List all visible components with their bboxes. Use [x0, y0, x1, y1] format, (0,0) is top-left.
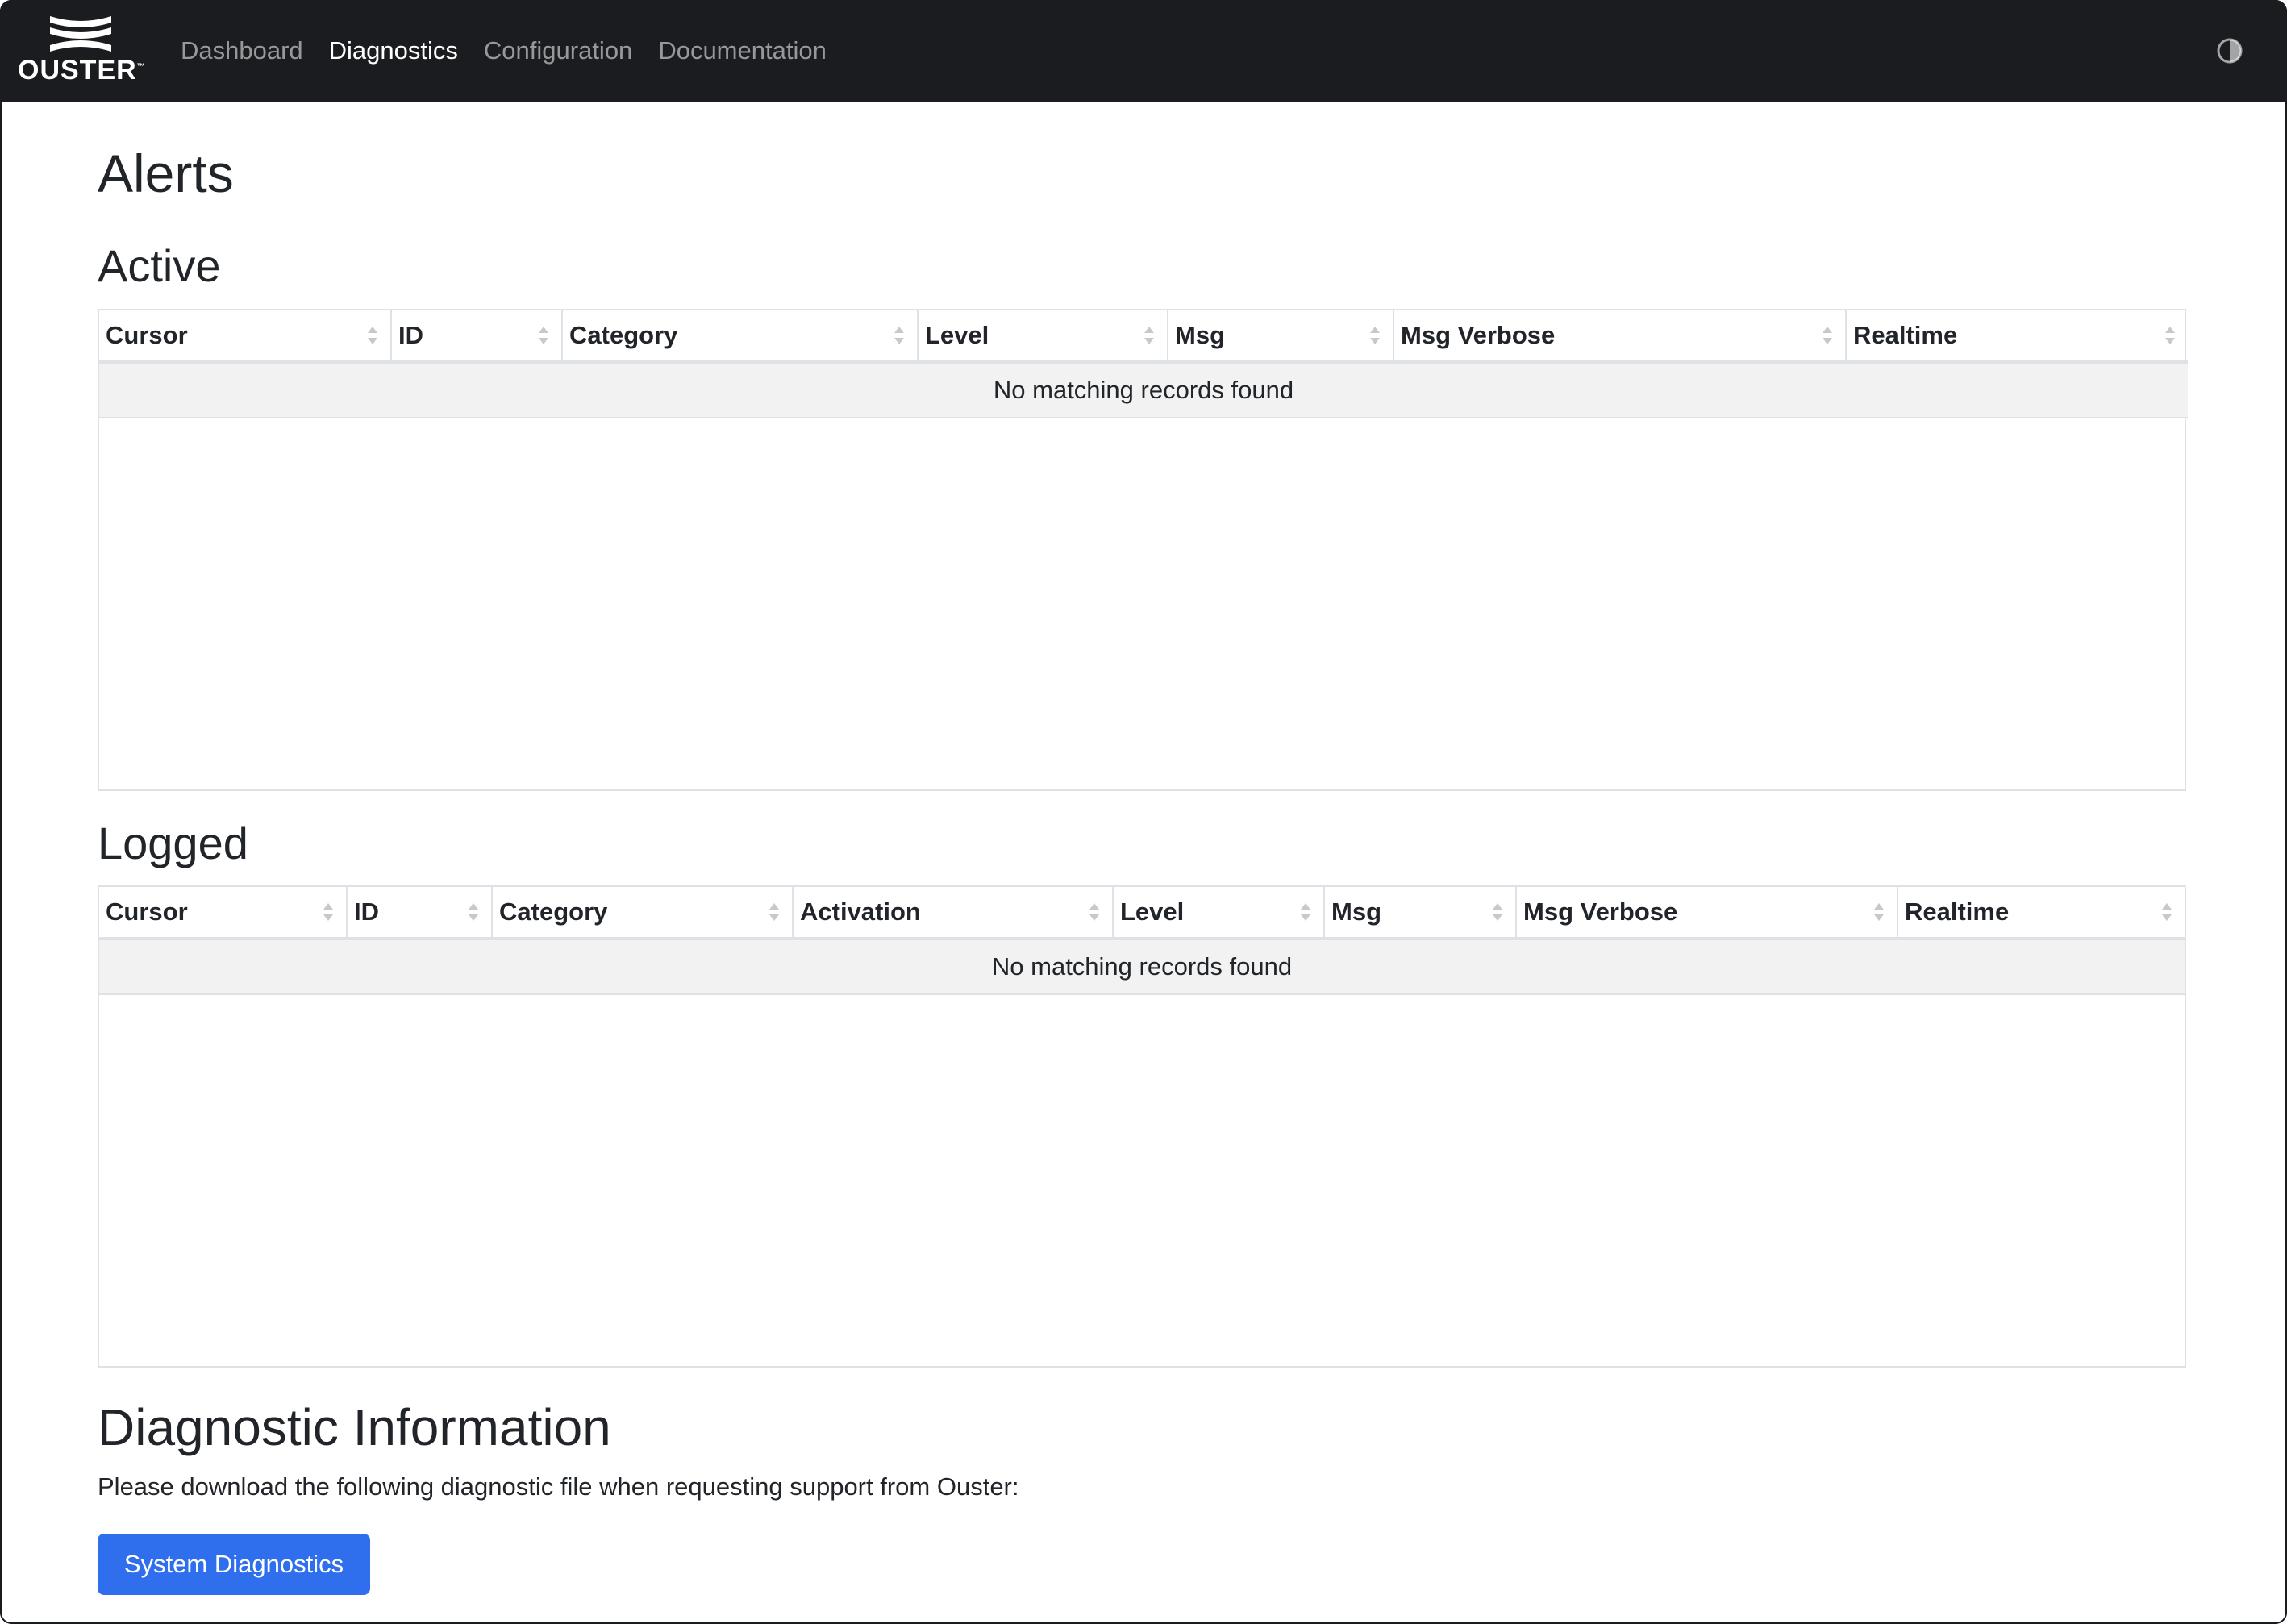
logged-col-msg-verbose[interactable]: Msg Verbose: [1516, 887, 1898, 940]
sort-icon: [1301, 903, 1310, 921]
active-col-category[interactable]: Category: [562, 310, 919, 364]
sort-icon: [1089, 903, 1099, 921]
active-col-realtime[interactable]: Realtime: [1846, 310, 2188, 364]
sort-icon: [539, 327, 548, 344]
logged-empty-row: No matching records found: [99, 939, 2185, 995]
nav-dashboard[interactable]: Dashboard: [181, 36, 316, 65]
sort-icon: [2162, 903, 2172, 921]
brand-trademark: ™: [136, 62, 146, 72]
app-window: OUSTER™ Dashboard Diagnostics Configurat…: [0, 0, 2287, 1624]
active-col-id[interactable]: ID: [391, 310, 563, 364]
ouster-logo[interactable]: OUSTER™: [18, 13, 146, 87]
logged-col-activation[interactable]: Activation: [793, 887, 1114, 940]
sort-icon: [1493, 903, 1502, 921]
sort-icon: [1823, 327, 1832, 344]
active-alerts-table: Cursor ID Category Level Msg Msg Verbose…: [98, 309, 2188, 791]
active-heading: Active: [98, 240, 221, 291]
diagnostic-info-heading: Diagnostic Information: [98, 1398, 611, 1456]
logged-alerts-table: Cursor ID Category Activation Level Msg …: [98, 885, 2186, 1368]
active-table-header-row: Cursor ID Category Level Msg Msg Verbose…: [99, 310, 2188, 364]
logged-table-header-row: Cursor ID Category Activation Level Msg …: [99, 887, 2185, 940]
nav-documentation[interactable]: Documentation: [645, 36, 839, 65]
active-empty-row: No matching records found: [99, 362, 2188, 418]
active-col-level[interactable]: Level: [918, 310, 1168, 364]
active-col-cursor[interactable]: Cursor: [99, 310, 392, 364]
logged-col-cursor[interactable]: Cursor: [99, 887, 348, 940]
sort-icon: [1144, 327, 1154, 344]
logged-col-id[interactable]: ID: [347, 887, 493, 940]
sort-icon: [368, 327, 377, 344]
brand-wordmark: OUSTER™: [18, 55, 146, 86]
active-col-msg[interactable]: Msg: [1168, 310, 1394, 364]
active-col-msg-verbose[interactable]: Msg Verbose: [1393, 310, 1847, 364]
sort-icon: [469, 903, 478, 921]
logged-heading: Logged: [98, 818, 248, 868]
sort-icon: [323, 903, 333, 921]
logged-col-realtime[interactable]: Realtime: [1898, 887, 2185, 940]
navbar: OUSTER™ Dashboard Diagnostics Configurat…: [0, 0, 2287, 102]
contrast-icon[interactable]: [2216, 37, 2243, 65]
nav-configuration[interactable]: Configuration: [471, 36, 645, 65]
sort-icon: [1370, 327, 1380, 344]
ouster-logo-icon: [50, 16, 111, 52]
nav-links: Dashboard Diagnostics Configuration Docu…: [181, 0, 839, 102]
nav-diagnostics[interactable]: Diagnostics: [316, 36, 471, 65]
logged-col-level[interactable]: Level: [1113, 887, 1325, 940]
logged-col-msg[interactable]: Msg: [1324, 887, 1517, 940]
brand-name: OUSTER: [18, 55, 137, 85]
sort-icon: [894, 327, 904, 344]
diagnostic-info-text: Please download the following diagnostic…: [98, 1472, 1019, 1501]
system-diagnostics-button[interactable]: System Diagnostics: [98, 1534, 370, 1595]
active-empty-message: No matching records found: [99, 362, 2188, 418]
sort-icon: [2165, 327, 2175, 344]
logged-empty-message: No matching records found: [99, 939, 2185, 995]
page-title: Alerts: [98, 144, 234, 203]
logged-col-category[interactable]: Category: [492, 887, 794, 940]
sort-icon: [1874, 903, 1884, 921]
sort-icon: [769, 903, 779, 921]
